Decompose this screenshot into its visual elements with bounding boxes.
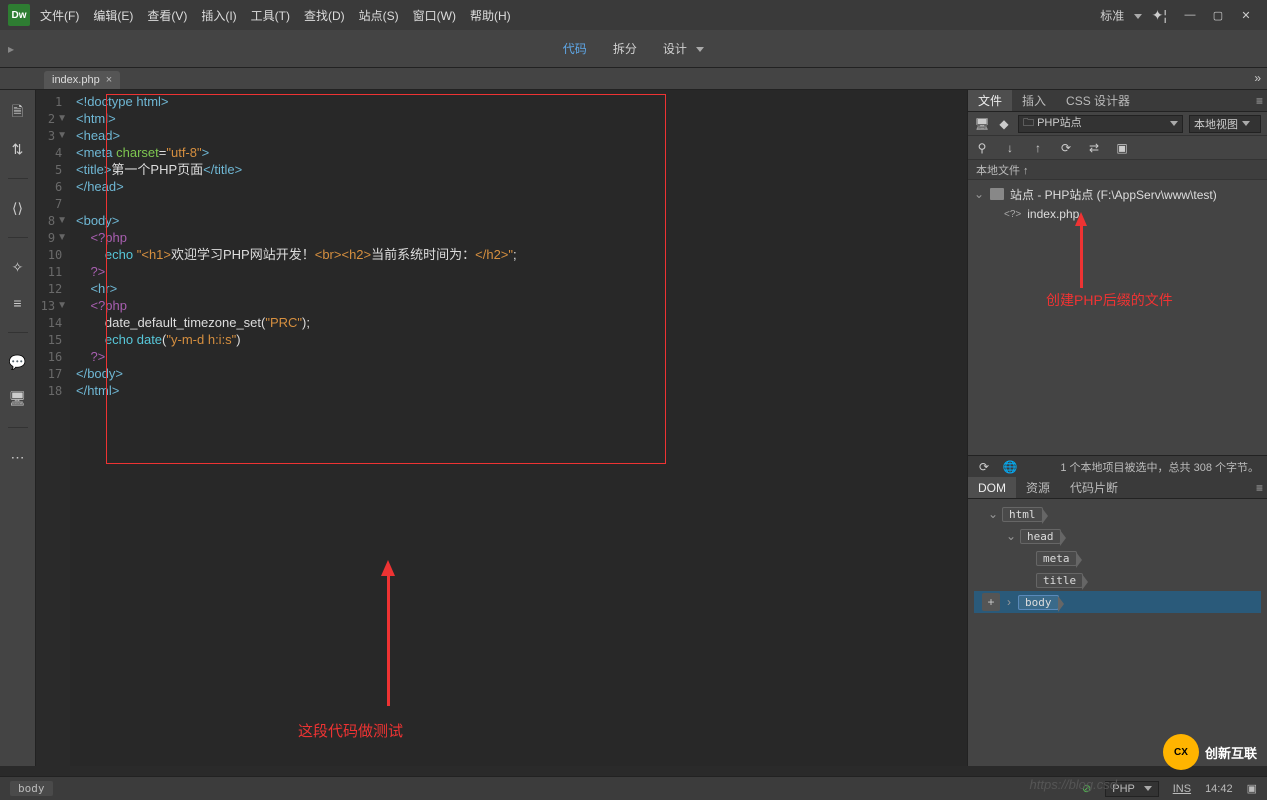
menu-item[interactable]: 帮助(H): [470, 7, 511, 24]
view-tab-code[interactable]: 代码: [563, 40, 587, 57]
define-server-icon[interactable]: 🖥: [974, 116, 990, 132]
workspace-switcher[interactable]: 标准: [1100, 7, 1141, 24]
preview-icon[interactable]: ▣: [1247, 782, 1257, 795]
view-tab-split[interactable]: 拆分: [613, 40, 637, 57]
file-tabs-row: index.php × »: [0, 68, 1267, 90]
folder-icon: [990, 188, 1004, 200]
files-panel-head: 文件 插入 CSS 设计器 ≡: [968, 90, 1267, 112]
dom-panel: ⌄html ⌄head meta title + ›body: [968, 499, 1267, 766]
comment-icon[interactable]: 💬: [9, 353, 27, 371]
globe-icon[interactable]: 🌐: [1002, 459, 1018, 475]
panel-tab-css[interactable]: CSS 设计器: [1056, 90, 1140, 111]
panel-tab-snippets[interactable]: 代码片断: [1060, 477, 1128, 498]
title-bar: Dw 文件(F) 编辑(E) 查看(V) 插入(I) 工具(T) 查找(D) 站点(S) 窗口…: [0, 0, 1267, 30]
annotation-text-right: 创建PHP后缀的文件: [1046, 290, 1173, 310]
tree-file-row[interactable]: <?> index.php: [974, 204, 1261, 224]
expand-view-icon[interactable]: ▣: [1114, 140, 1130, 156]
sync-settings-icon[interactable]: ✦¦: [1152, 7, 1167, 24]
put-icon[interactable]: ↑: [1030, 140, 1046, 156]
watermark: CX 创新互联: [1163, 734, 1257, 770]
site-select[interactable]: 🗀 PHP站点: [1018, 115, 1183, 133]
menu-bar: 文件(F) 编辑(E) 查看(V) 插入(I) 工具(T) 查找(D) 站点(S) 窗口(W)…: [40, 7, 1100, 24]
menu-item[interactable]: 文件(F): [40, 7, 79, 24]
files-status-text: 1 个本地项目被选中，总共 308 个字节。: [1060, 459, 1259, 475]
menu-item[interactable]: 查看(V): [147, 7, 187, 24]
right-panels: 文件 插入 CSS 设计器 ≡ 🖥 ◆ 🗀 PHP站点 本地视图 ⚲ ↓ ↑ ⟳…: [967, 90, 1267, 766]
app-logo: Dw: [8, 4, 30, 26]
wand-icon[interactable]: ✧: [9, 258, 27, 276]
code-editor[interactable]: 1 2▼3▼4 5 6 7 8▼9▼10 11 12 13▼14 15 16 1…: [36, 90, 967, 766]
format-icon[interactable]: ≡: [9, 294, 27, 312]
connect-icon[interactable]: ⚲: [974, 140, 990, 156]
more-tools-icon[interactable]: ⋯: [9, 448, 27, 466]
files-tree: ⌄ 站点 - PHP站点 (F:\AppServ\www\test) <?> i…: [968, 180, 1267, 455]
menu-item[interactable]: 查找(D): [304, 7, 345, 24]
line-gutter: 1 2▼3▼4 5 6 7 8▼9▼10 11 12 13▼14 15 16 1…: [36, 90, 70, 766]
panel-tab-assets[interactable]: 资源: [1016, 477, 1060, 498]
maximize-button[interactable]: ▢: [1205, 6, 1231, 24]
menu-item[interactable]: 窗口(W): [413, 7, 456, 24]
menu-item[interactable]: 编辑(E): [93, 7, 133, 24]
files-toolbar-2: ⚲ ↓ ↑ ⟳ ⇄ ▣: [968, 136, 1267, 160]
watermark-brand: 创新互联: [1205, 743, 1257, 762]
close-button[interactable]: ✕: [1233, 6, 1259, 24]
dom-panel-head: DOM 资源 代码片断 ≡: [968, 477, 1267, 499]
watermark-logo-icon: CX: [1163, 734, 1199, 770]
file-tab-label: index.php: [52, 74, 100, 86]
menu-item[interactable]: 插入(I): [201, 7, 236, 24]
doc-toolbar-toggle[interactable]: ▸: [8, 42, 14, 56]
file-manage-icon[interactable]: 🗎: [9, 104, 27, 122]
breadcrumb[interactable]: body: [10, 781, 53, 796]
menu-item[interactable]: 站点(S): [359, 7, 399, 24]
panel-tab-files[interactable]: 文件: [968, 90, 1012, 111]
panel-menu-icon[interactable]: ≡: [1256, 94, 1263, 108]
view-mode-bar: ▸ 代码 拆分 设计: [0, 30, 1267, 68]
panel-tab-insert[interactable]: 插入: [1012, 90, 1056, 111]
screen-icon[interactable]: 🖥: [9, 389, 27, 407]
php-file-icon: <?>: [1004, 209, 1021, 220]
ftp-icon[interactable]: ◆: [996, 116, 1012, 132]
refresh-status-icon[interactable]: ⟳: [976, 459, 992, 475]
get-icon[interactable]: ↓: [1002, 140, 1018, 156]
dom-add-button[interactable]: +: [982, 593, 1000, 611]
annotation-arrow-right: [1075, 212, 1087, 288]
git-icon[interactable]: ⇅: [9, 140, 27, 158]
tree-root-label: 站点 - PHP站点 (F:\AppServ\www\test): [1010, 186, 1217, 203]
view-select[interactable]: 本地视图: [1189, 115, 1261, 133]
tree-file-label: index.php: [1027, 207, 1079, 221]
sync-icon[interactable]: ⇄: [1086, 140, 1102, 156]
menu-item[interactable]: 工具(T): [251, 7, 290, 24]
refresh-icon[interactable]: ⟳: [1058, 140, 1074, 156]
dom-node-body[interactable]: + ›body: [974, 591, 1261, 613]
panel-tab-dom[interactable]: DOM: [968, 477, 1016, 498]
files-toolbar-1: 🖥 ◆ 🗀 PHP站点 本地视图: [968, 112, 1267, 136]
dom-node-html[interactable]: ⌄html: [974, 503, 1261, 525]
close-tab-icon[interactable]: ×: [106, 74, 112, 86]
left-toolbar: 🗎 ⇅ ⟨⟩ ✧ ≡ 💬 🖥 ⋯: [0, 90, 36, 766]
files-column-head[interactable]: 本地文件 ↑: [968, 160, 1267, 180]
dom-node-title[interactable]: title: [974, 569, 1261, 591]
tree-root-row[interactable]: ⌄ 站点 - PHP站点 (F:\AppServ\www\test): [974, 184, 1261, 204]
view-tab-design[interactable]: 设计: [663, 40, 704, 57]
insert-code-icon[interactable]: ⟨⟩: [9, 199, 27, 217]
code-area[interactable]: <!doctype html><html><head><meta charset…: [70, 90, 967, 766]
minimize-button[interactable]: —: [1177, 6, 1203, 24]
watermark-url: https://blog.csd: [1030, 777, 1117, 792]
file-tab-index[interactable]: index.php ×: [44, 71, 120, 89]
annotation-arrow-left: [381, 560, 395, 706]
dom-panel-menu-icon[interactable]: ≡: [1256, 481, 1263, 495]
cursor-position: 14:42: [1205, 783, 1233, 795]
expand-panels-icon[interactable]: »: [1254, 71, 1261, 85]
dom-node-head[interactable]: ⌄head: [974, 525, 1261, 547]
insert-mode[interactable]: INS: [1173, 783, 1191, 795]
files-status-row: ⟳ 🌐 1 个本地项目被选中，总共 308 个字节。: [968, 455, 1267, 477]
annotation-text-left: 这段代码做测试: [298, 720, 403, 741]
dom-node-meta[interactable]: meta: [974, 547, 1261, 569]
